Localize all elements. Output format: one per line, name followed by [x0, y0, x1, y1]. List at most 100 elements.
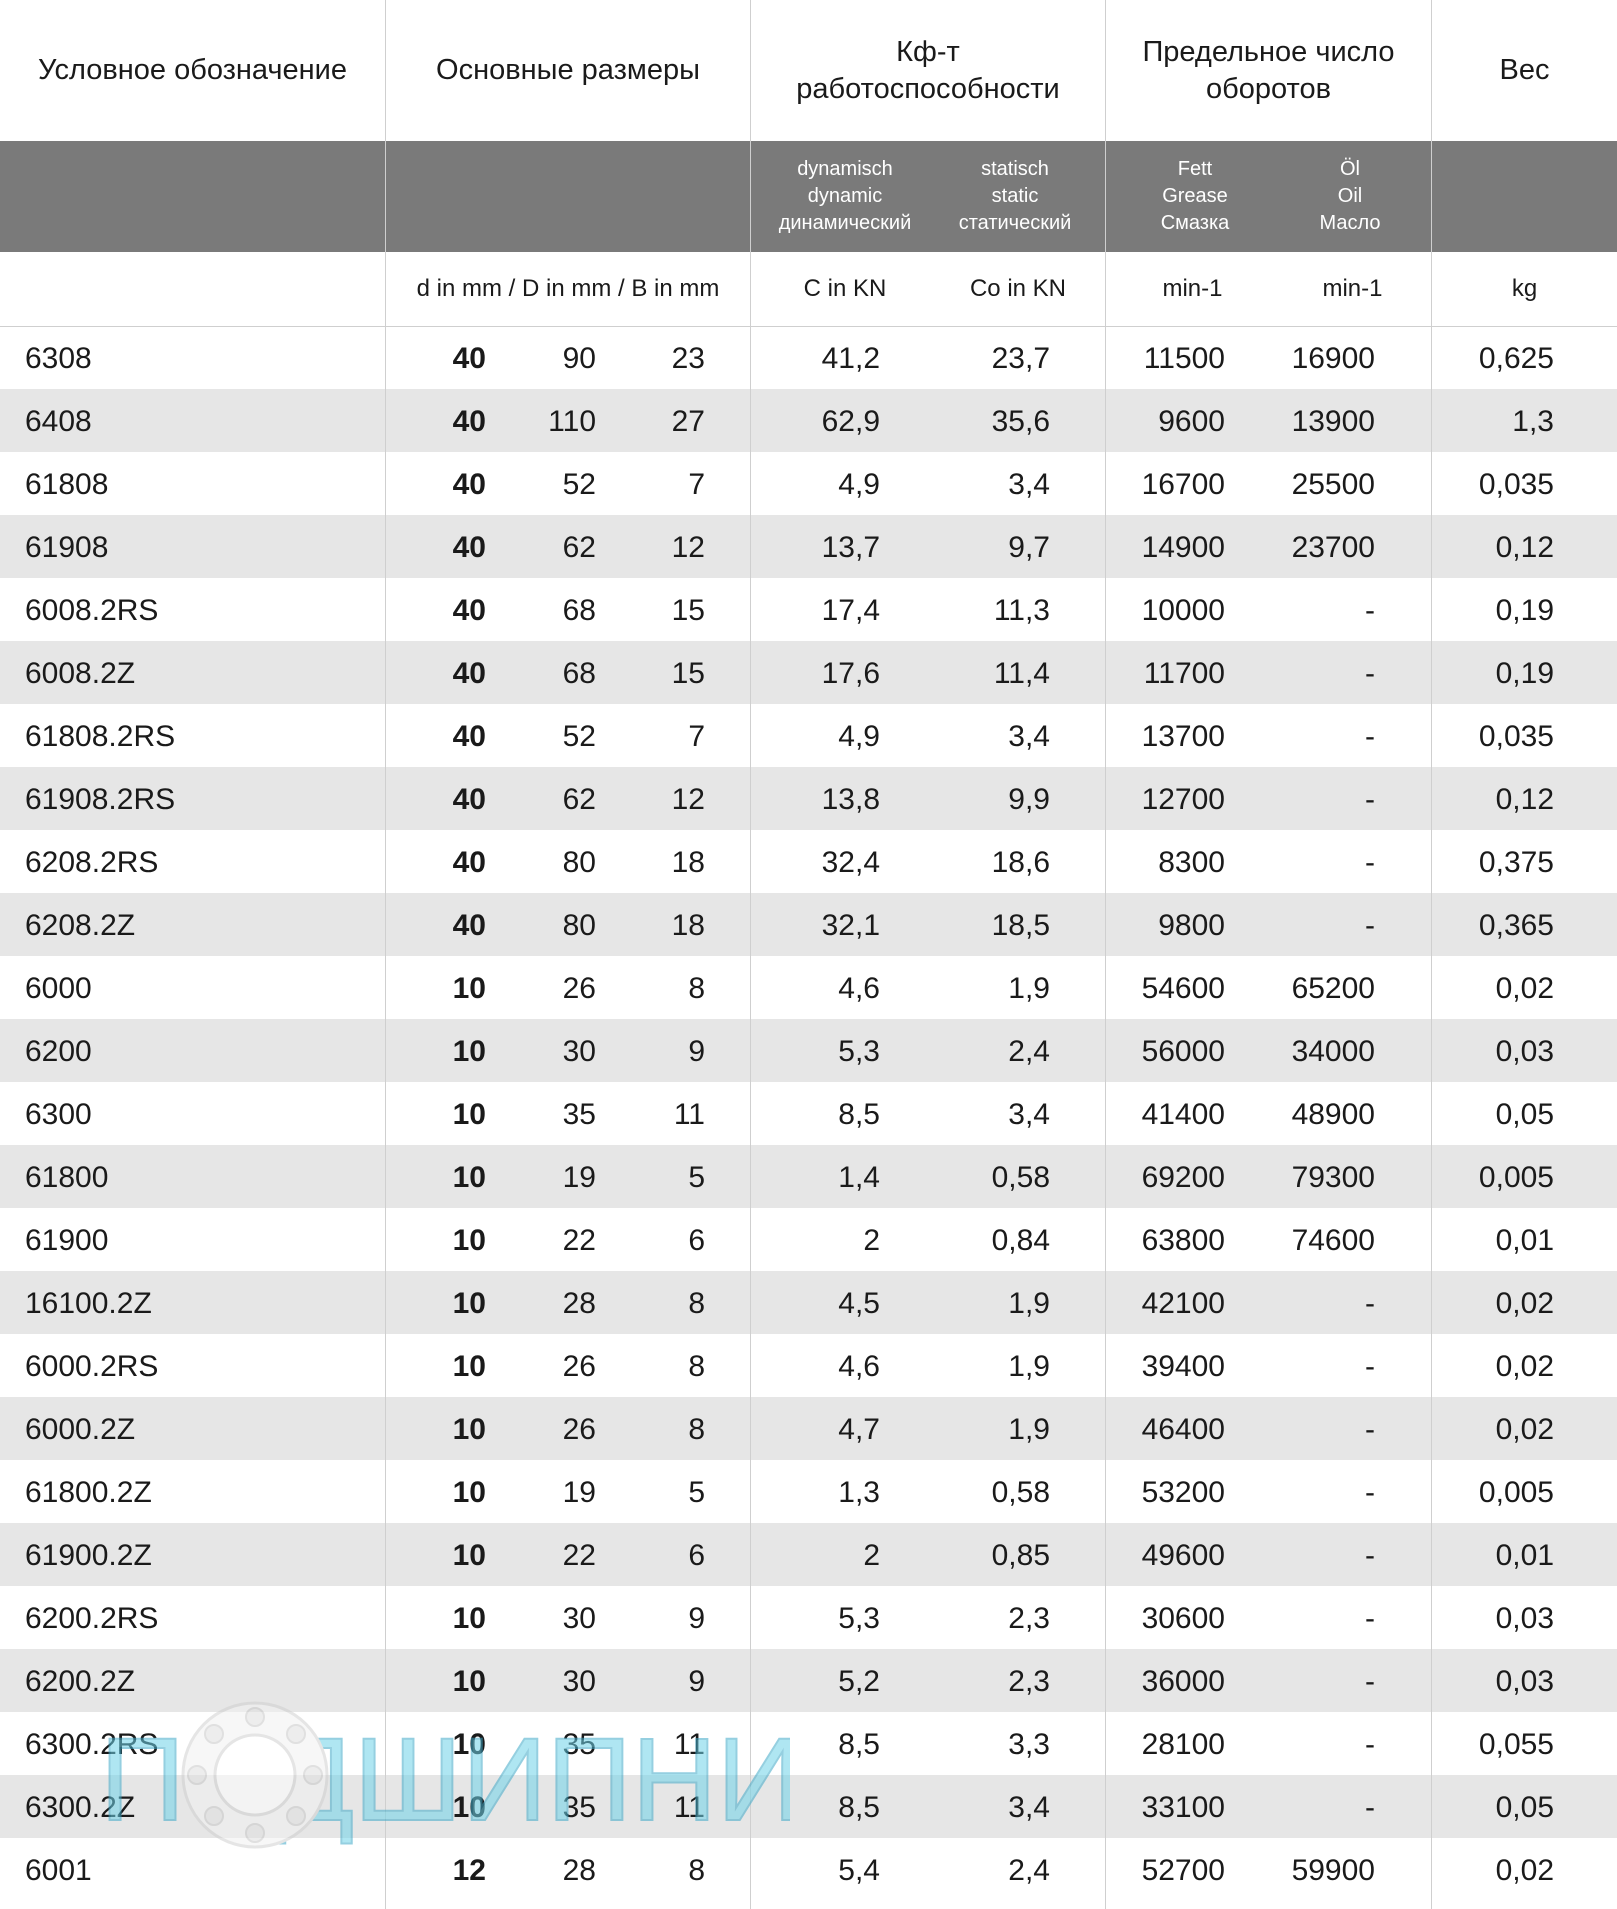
cell-d: 40	[452, 405, 486, 438]
cell-C: 2	[863, 1224, 880, 1257]
cell-D: 80	[562, 846, 596, 879]
cell-oil: -	[1365, 1791, 1375, 1824]
cell-grease: 33100	[1141, 1791, 1225, 1824]
cell-B: 11	[673, 1791, 705, 1824]
cell-oil: 13900	[1291, 405, 1375, 438]
cell-B: 15	[671, 594, 705, 627]
cell-B: 6	[688, 1224, 705, 1257]
cell-oil: 65200	[1291, 972, 1375, 1005]
cell-Co: 3,4	[1008, 1098, 1050, 1131]
cell-designation: 61900	[25, 1224, 109, 1257]
column-divider	[1105, 0, 1106, 1909]
cell-weight: 0,01	[1495, 1224, 1554, 1257]
header-load-rating: Кф-т работоспособности	[796, 35, 1060, 105]
cell-weight: 0,01	[1495, 1539, 1554, 1572]
cell-oil: -	[1365, 1476, 1375, 1509]
cell-oil: 74600	[1291, 1224, 1375, 1257]
cell-oil: -	[1365, 1728, 1375, 1761]
table-row: 6408 40 110 27 62,9 35,6 9600 13900 1,3	[0, 389, 1617, 452]
table-row: 16100.2Z 10 28 8 4,5 1,9 42100 - 0,02	[0, 1271, 1617, 1334]
cell-B: 5	[688, 1161, 705, 1194]
cell-Co: 2,3	[1008, 1665, 1050, 1698]
cell-d: 12	[452, 1854, 486, 1887]
cell-d: 10	[452, 1098, 486, 1131]
cell-oil: -	[1365, 1413, 1375, 1446]
cell-designation: 16100.2Z	[25, 1287, 152, 1320]
cell-oil: -	[1365, 594, 1375, 627]
cell-C: 4,9	[838, 720, 880, 753]
cell-oil: 25500	[1291, 468, 1375, 501]
cell-d: 10	[452, 1602, 486, 1635]
cell-C: 8,5	[838, 1791, 880, 1824]
table-body: 6308 40 90 23 41,2 23,7 11500 16900 0,625 6 40 8 40 1…	[0, 326, 1617, 1901]
cell-oil: -	[1365, 846, 1375, 879]
cell-designation: 6200.2Z	[25, 1665, 136, 1698]
cell-D: 110	[548, 405, 596, 438]
cell-B: 12	[671, 531, 705, 564]
cell-D: 19	[562, 1161, 596, 1194]
cell-d: 10	[452, 1665, 486, 1698]
cell-grease: 54600	[1141, 972, 1225, 1005]
cell-B: 7	[688, 468, 705, 501]
cell-weight: 0,12	[1495, 531, 1554, 564]
cell-d: 10	[452, 1728, 486, 1761]
cell-grease: 46400	[1141, 1413, 1225, 1446]
cell-grease: 52700	[1141, 1854, 1225, 1887]
cell-weight: 1,3	[1512, 405, 1554, 438]
table-row: 6200 10 30 9 5,3 2,4 56000 34000 0,03	[0, 1019, 1617, 1082]
cell-oil: -	[1365, 909, 1375, 942]
cell-designation: 6208.2Z	[25, 909, 136, 942]
cell-D: 26	[562, 1350, 596, 1383]
table-row: 6308 40 90 23 41,2 23,7 11500 16900 0,625	[0, 326, 1617, 389]
cell-C: 1,4	[838, 1161, 880, 1194]
subheader-dynamic: dynamisch dynamic динамический	[778, 158, 912, 234]
cell-designation: 6200	[25, 1035, 92, 1068]
subheader-grease: Fett Grease Смазка	[1160, 158, 1230, 234]
cell-B: 8	[688, 1413, 705, 1446]
cell-B: 9	[688, 1035, 705, 1068]
cell-designation: 6308	[25, 342, 92, 375]
column-divider	[1431, 0, 1432, 1909]
table-row: 6300 10 35 11 8,5 3,4 41400 48900 0,05	[0, 1082, 1617, 1145]
cell-grease: 53200	[1141, 1476, 1225, 1509]
cell-d: 10	[452, 1035, 486, 1068]
cell-C: 17,4	[821, 594, 880, 627]
cell-oil: 16900	[1291, 342, 1375, 375]
table-row: 6200.2Z 10 30 9 5,2 2,3 36000 - 0,03	[0, 1649, 1617, 1712]
cell-oil: 48900	[1291, 1098, 1375, 1131]
cell-Co: 3,4	[1008, 1791, 1050, 1824]
cell-D: 35	[562, 1791, 596, 1824]
cell-Co: 11,3	[993, 594, 1050, 627]
cell-oil: 23700	[1291, 531, 1375, 564]
cell-B: 8	[688, 1287, 705, 1320]
cell-weight: 0,02	[1495, 1287, 1554, 1320]
cell-D: 26	[562, 972, 596, 1005]
cell-D: 62	[562, 783, 596, 816]
cell-designation: 61800.2Z	[25, 1476, 152, 1509]
header-dimensions: Основные размеры	[436, 54, 700, 86]
cell-C: 4,5	[838, 1287, 880, 1320]
cell-Co: 18,5	[991, 909, 1050, 942]
cell-designation: 6300.2Z	[25, 1791, 136, 1824]
cell-B: 18	[671, 909, 705, 942]
table-row: 6208.2RS 40 80 18 32,4 18,6 8300 - 0,375	[0, 830, 1617, 893]
cell-d: 10	[452, 1224, 486, 1257]
table-row: 61808 40 52 7 4,9 3,4 16700 25500 0,035	[0, 452, 1617, 515]
cell-designation: 61808	[25, 468, 109, 501]
cell-grease: 69200	[1141, 1161, 1225, 1194]
cell-d: 40	[452, 846, 486, 879]
table-row: 61800.2Z 10 19 5 1,3 0,58 53200 - 0,005	[0, 1460, 1617, 1523]
cell-C: 2	[863, 1539, 880, 1572]
cell-grease: 42100	[1141, 1287, 1225, 1320]
cell-weight: 0,035	[1478, 720, 1554, 753]
cell-Co: 1,9	[1008, 1350, 1050, 1383]
cell-C: 32,4	[821, 846, 880, 879]
cell-Co: 0,84	[991, 1224, 1050, 1257]
cell-D: 30	[562, 1665, 596, 1698]
subheader-oil: Öl Oil Масло	[1319, 158, 1381, 234]
table-row: 6300.2Z 10 35 11 8,5 3,4 33100 - 0,05	[0, 1775, 1617, 1838]
cell-weight: 0,005	[1478, 1161, 1554, 1194]
table-row: 6000 10 26 8 4,6 1,9 54600 65200 0,02	[0, 956, 1617, 1019]
cell-grease: 49600	[1141, 1539, 1225, 1572]
cell-designation: 61908.2RS	[25, 783, 176, 816]
